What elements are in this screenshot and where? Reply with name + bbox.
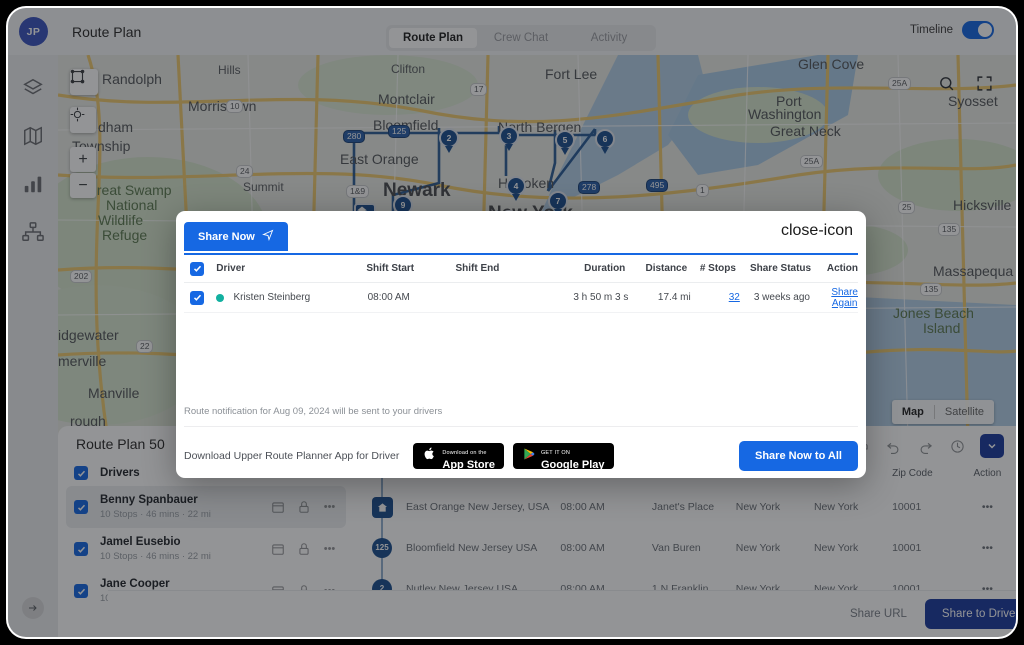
- row-duration: 3 h 50 m 3 s: [573, 292, 629, 303]
- share-now-tab[interactable]: Share Now: [184, 222, 288, 251]
- modal-divider: [184, 426, 858, 427]
- row-select-cell: [184, 290, 216, 305]
- col-action: Action: [826, 263, 858, 274]
- send-icon: [261, 229, 274, 244]
- row-checkbox[interactable]: [190, 290, 204, 305]
- row-driver-name: Kristen Steinberg: [233, 292, 311, 303]
- share-now-to-all-button[interactable]: Share Now to All: [739, 441, 858, 471]
- google-play-line2: Google Play: [540, 459, 605, 471]
- share-now-tab-label: Share Now: [198, 230, 255, 243]
- close-icon[interactable]: close-icon: [781, 223, 853, 239]
- col-shift-end: Shift End: [455, 263, 500, 274]
- share-table-row[interactable]: Kristen Steinberg 08:00 AM 3 h 50 m 3 s …: [184, 283, 858, 313]
- status-dot: [216, 293, 225, 302]
- row-share-status: 3 weeks ago: [753, 292, 810, 303]
- modal-footer: Download Upper Route Planner App for Dri…: [184, 436, 858, 476]
- col-stops: # Stops: [699, 263, 736, 274]
- google-play-button[interactable]: GET IT ON Google Play: [512, 441, 614, 471]
- share-table-header: Driver Shift Start Shift End Duration Di…: [184, 255, 858, 283]
- row-action-cell: Share Again: [831, 287, 858, 309]
- app-store-line2: App Store: [442, 459, 495, 471]
- download-app-label: Download Upper Route Planner App for Dri…: [184, 450, 400, 462]
- app-store-button[interactable]: Download on the App Store: [413, 441, 504, 471]
- col-duration: Duration: [584, 263, 626, 274]
- row-shift-start: 08:00 AM: [367, 292, 410, 303]
- row-distance: 17.4 mi: [657, 292, 691, 303]
- google-play-text: GET IT ON Google Play: [541, 441, 605, 471]
- app-window: JP Route Plan Route Plan Crew Chat Activ…: [8, 8, 1016, 637]
- col-driver: Driver: [216, 263, 246, 274]
- row-stops-link[interactable]: 32: [691, 292, 744, 303]
- col-shift-start: Shift Start: [366, 263, 415, 274]
- route-notification-note: Route notification for Aug 09, 2024 will…: [184, 406, 443, 417]
- google-play-line1: GET IT ON: [540, 450, 571, 456]
- share-now-modal: close-icon Share Now Driver Shift Start …: [176, 211, 866, 478]
- share-again-link[interactable]: Share Again: [831, 287, 858, 309]
- select-all-checkbox[interactable]: [190, 261, 204, 276]
- app-store-line1: Download on the: [442, 450, 487, 456]
- play-icon: [522, 447, 536, 466]
- share-table: Driver Shift Start Shift End Duration Di…: [184, 255, 858, 313]
- apple-icon: [422, 446, 437, 466]
- col-distance: Distance: [645, 263, 688, 274]
- row-driver-cell: Kristen Steinberg: [216, 292, 367, 303]
- col-share-status: Share Status: [749, 263, 812, 274]
- stops-count[interactable]: 32: [729, 292, 740, 303]
- select-all-cell: [184, 261, 216, 276]
- app-store-text: Download on the App Store: [442, 441, 495, 471]
